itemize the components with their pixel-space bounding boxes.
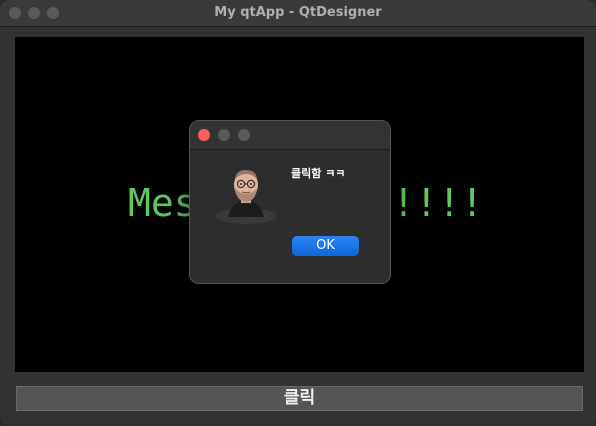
click-button[interactable]: 클릭 bbox=[16, 386, 583, 411]
message-text-right: !!!! bbox=[392, 181, 484, 225]
dialog-titlebar bbox=[190, 121, 390, 150]
close-icon[interactable] bbox=[198, 129, 210, 141]
main-window: My qtApp - QtDesigner Mes !!!! 클릭 클릭함 ㅋㅋ… bbox=[0, 0, 596, 426]
ok-button[interactable]: OK bbox=[292, 236, 359, 256]
titlebar: My qtApp - QtDesigner bbox=[0, 0, 596, 27]
message-text-left: Mes bbox=[128, 181, 197, 225]
avatar-icon bbox=[214, 161, 278, 227]
message-dialog: 클릭함 ㅋㅋ OK bbox=[189, 120, 391, 284]
minimize-icon bbox=[218, 129, 230, 141]
zoom-icon bbox=[238, 129, 250, 141]
dialog-message: 클릭함 ㅋㅋ bbox=[291, 167, 346, 180]
window-title: My qtApp - QtDesigner bbox=[214, 5, 382, 20]
